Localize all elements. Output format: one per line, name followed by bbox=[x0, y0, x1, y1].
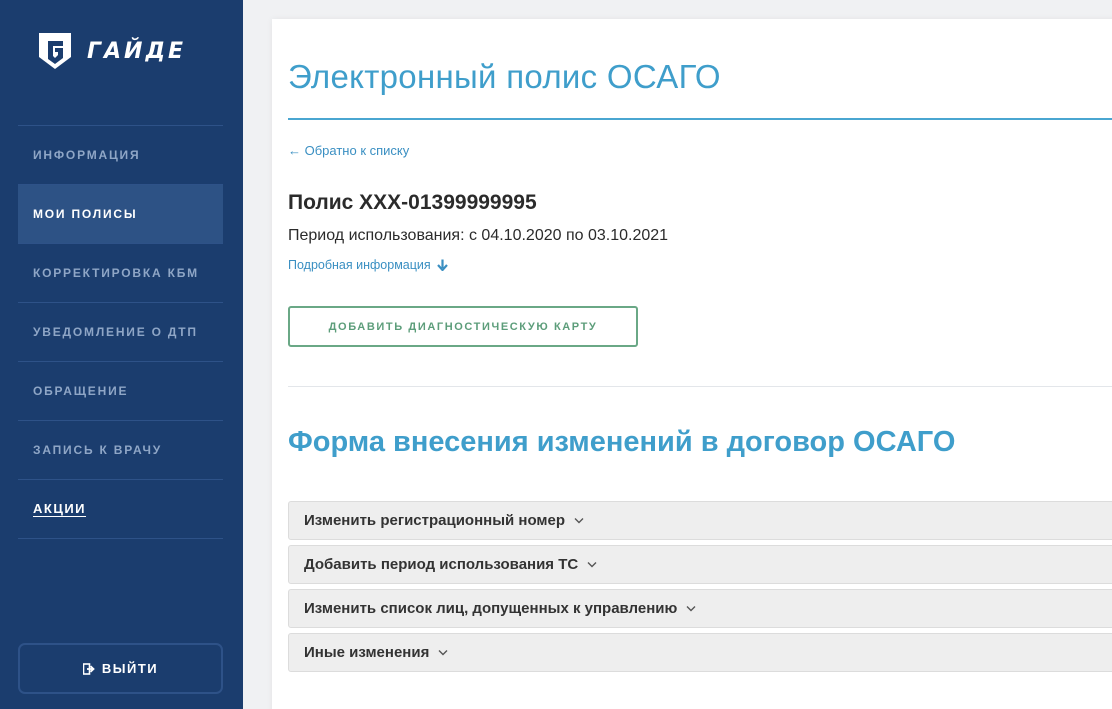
accordion-other-changes[interactable]: Иные изменения bbox=[288, 633, 1112, 672]
section-divider bbox=[288, 386, 1112, 387]
sidebar-item-my-policies[interactable]: МОИ ПОЛИСЫ bbox=[18, 185, 223, 244]
accordion-label: Изменить регистрационный номер bbox=[304, 512, 566, 529]
accordion-label: Добавить период использования ТС bbox=[304, 556, 579, 573]
accordion-change-registration-number[interactable]: Изменить регистрационный номер bbox=[288, 501, 1112, 540]
arrow-down-icon bbox=[436, 259, 448, 271]
sidebar-item-doctor-appointment[interactable]: ЗАПИСЬ К ВРАЧУ bbox=[18, 421, 223, 480]
form-title: Форма внесения изменений в договор ОСАГО bbox=[288, 426, 956, 458]
changes-accordion: Изменить регистрационный номер Добавить … bbox=[288, 501, 1112, 677]
sidebar-item-kbm-correction[interactable]: КОРРЕКТИРОВКА КБМ bbox=[18, 244, 223, 303]
page-title: Электронный полис ОСАГО bbox=[288, 58, 721, 95]
policy-title: Полис ХХХ-01399999995 bbox=[288, 191, 537, 214]
chevron-down-icon bbox=[686, 606, 696, 612]
policy-period: Период использования: с 04.10.2020 по 03… bbox=[288, 227, 669, 244]
sidebar-item-accident-notice[interactable]: УВЕДОМЛЕНИЕ О ДТП bbox=[18, 303, 223, 362]
brand-name: ГАЙДЕ bbox=[87, 38, 187, 64]
chevron-down-icon bbox=[438, 650, 448, 656]
back-to-list-link[interactable]: ← Обратно к списку bbox=[288, 143, 409, 158]
accordion-label: Иные изменения bbox=[304, 644, 430, 661]
logout-label: ВЫЙТИ bbox=[101, 661, 159, 676]
add-diagnostic-card-button[interactable]: ДОБАВИТЬ ДИАГНОСТИЧЕСКУЮ КАРТУ bbox=[288, 306, 638, 347]
more-info-link[interactable]: Подробная информация bbox=[288, 258, 448, 272]
more-info-label: Подробная информация bbox=[288, 258, 431, 272]
accordion-label: Изменить список лиц, допущенных к управл… bbox=[304, 600, 678, 617]
sidebar-nav: ИНФОРМАЦИЯ МОИ ПОЛИСЫ КОРРЕКТИРОВКА КБМ … bbox=[18, 125, 223, 539]
chevron-down-icon bbox=[574, 518, 584, 524]
sidebar-item-information[interactable]: ИНФОРМАЦИЯ bbox=[18, 126, 223, 185]
sidebar-item-promotions[interactable]: АКЦИИ bbox=[18, 480, 223, 539]
chevron-down-icon bbox=[587, 562, 597, 568]
logout-icon bbox=[82, 662, 95, 675]
guide-shield-logo-icon bbox=[39, 33, 71, 69]
accordion-add-usage-period[interactable]: Добавить период использования ТС bbox=[288, 545, 1112, 584]
sidebar-item-appeal[interactable]: ОБРАЩЕНИЕ bbox=[18, 362, 223, 421]
brand-logo[interactable]: ГАЙДЕ bbox=[37, 31, 186, 71]
accordion-change-drivers-list[interactable]: Изменить список лиц, допущенных к управл… bbox=[288, 589, 1112, 628]
sidebar: ГАЙДЕ ИНФОРМАЦИЯ МОИ ПОЛИСЫ КОРРЕКТИРОВК… bbox=[0, 0, 243, 709]
logout-button[interactable]: ВЫЙТИ bbox=[18, 643, 223, 694]
main-card: Электронный полис ОСАГО ← Обратно к спис… bbox=[272, 19, 1112, 709]
title-divider bbox=[288, 118, 1112, 120]
